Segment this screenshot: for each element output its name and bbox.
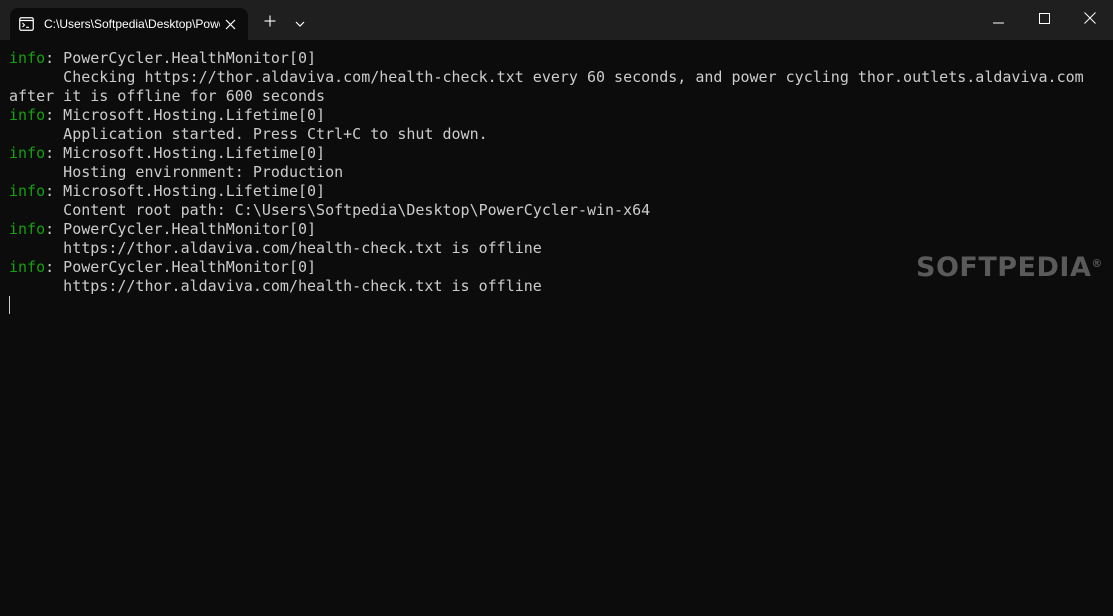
log-text: : PowerCycler.HealthMonitor[0] [45,220,317,238]
log-level: info [9,49,46,67]
log-text: https://thor.aldaviva.com/health-check.t… [9,277,542,295]
log-line: info: Microsoft.Hosting.Lifetime[0] [9,106,325,125]
log-text: https://thor.aldaviva.com/health-check.t… [9,239,542,257]
log-text: : PowerCycler.HealthMonitor[0] [45,49,317,67]
title-bar: C:\Users\Softpedia\Desktop\PowerCycler-w… [0,0,1113,40]
log-text: : PowerCycler.HealthMonitor[0] [45,258,317,276]
maximize-button[interactable] [1021,0,1067,40]
minimize-icon [992,11,1004,29]
log-level: info [9,258,46,276]
terminal-window: C:\Users\Softpedia\Desktop\PowerCycler-w… [0,0,1113,616]
close-icon [1084,11,1096,29]
plus-icon [264,14,276,32]
log-text: after it is offline for 600 seconds [9,87,326,105]
log-text: Content root path: C:\Users\Softpedia\De… [9,201,651,219]
log-text: Application started. Press Ctrl+C to shu… [9,125,488,143]
maximize-icon [1038,11,1050,29]
softpedia-watermark: SOFTPEDIA® [916,250,1103,286]
log-line: info: PowerCycler.HealthMonitor[0] [9,49,316,68]
log-level: info [9,220,46,238]
tab-dropdown-button[interactable] [289,12,311,34]
log-level: info [9,182,46,200]
log-text: : Microsoft.Hosting.Lifetime[0] [45,106,326,124]
log-line: Checking https://thor.aldaviva.com/healt… [9,68,1084,87]
log-line: Hosting environment: Production [9,163,343,182]
text-cursor [9,296,10,314]
log-line: Application started. Press Ctrl+C to shu… [9,125,488,144]
minimize-button[interactable] [975,0,1021,40]
log-text: Hosting environment: Production [9,163,344,181]
log-line: https://thor.aldaviva.com/health-check.t… [9,277,542,296]
terminal-icon [19,17,34,31]
log-line: info: Microsoft.Hosting.Lifetime[0] [9,182,325,201]
log-line: after it is offline for 600 seconds [9,87,325,106]
log-level: info [9,106,46,124]
chevron-down-icon [295,14,305,32]
tab-close-icon[interactable] [220,14,240,34]
log-text: Checking https://thor.aldaviva.com/healt… [9,68,1084,86]
log-line: https://thor.aldaviva.com/health-check.t… [9,239,542,258]
terminal-output[interactable]: info: PowerCycler.HealthMonitor[0] Check… [0,40,1113,616]
log-text: : Microsoft.Hosting.Lifetime[0] [45,182,326,200]
close-window-button[interactable] [1067,0,1113,40]
log-line: Content root path: C:\Users\Softpedia\De… [9,201,650,220]
registered-mark: ® [1091,257,1103,270]
log-line: info: PowerCycler.HealthMonitor[0] [9,258,316,277]
log-level: info [9,144,46,162]
log-line: info: Microsoft.Hosting.Lifetime[0] [9,144,325,163]
tab-active[interactable]: C:\Users\Softpedia\Desktop\PowerCycler-w… [10,8,248,40]
tab-title: C:\Users\Softpedia\Desktop\PowerCycler-w… [44,17,220,31]
watermark-text: SOFTPEDIA [916,252,1092,283]
new-tab-button[interactable] [258,12,282,34]
log-line: info: PowerCycler.HealthMonitor[0] [9,220,316,239]
log-text: : Microsoft.Hosting.Lifetime[0] [45,144,326,162]
